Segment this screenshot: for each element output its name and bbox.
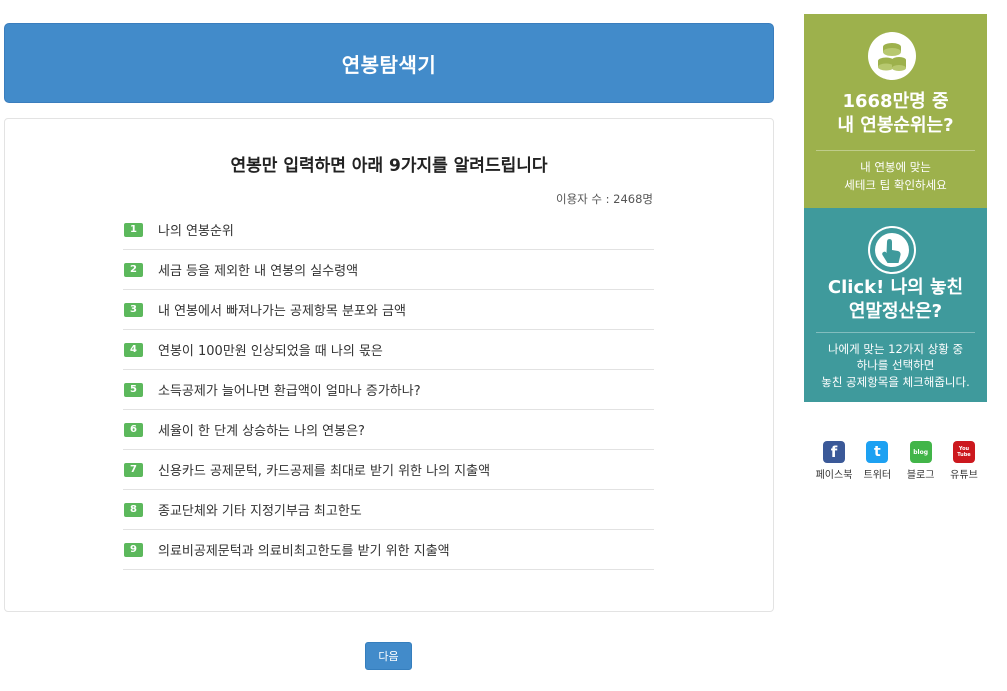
blog-label: 블로그 bbox=[906, 470, 935, 481]
next-button[interactable]: 다음 bbox=[365, 642, 412, 670]
rank-banner-title-2: 내 연봉순위는? bbox=[837, 115, 954, 136]
number-badge: 4 bbox=[124, 342, 143, 357]
number-badge: 6 bbox=[124, 422, 143, 437]
list-item: 5 소득공제가 늘어나면 환급액이 얼마나 증가하나? bbox=[123, 370, 654, 410]
feature-panel: 연봉만 입력하면 아래 9가지를 알려드립니다 이용자 수 : 2468명 1 … bbox=[4, 118, 774, 612]
click-banner-desc-2: 하나를 선택하면 bbox=[856, 358, 935, 372]
list-item: 2 세금 등을 제외한 내 연봉의 실수령액 bbox=[123, 250, 654, 290]
rank-banner-title-1: 1668만명 중 bbox=[842, 91, 949, 112]
list-item: 3 내 연봉에서 빠져나가는 공제항목 분포와 금액 bbox=[123, 290, 654, 330]
twitter-icon: t bbox=[866, 441, 889, 463]
click-banner-title-1: Click! 나의 놓친 bbox=[827, 277, 964, 298]
feature-text: 의료비공제문턱과 의료비최고한도를 받기 위한 지출액 bbox=[158, 544, 450, 559]
feature-text: 세율이 한 단계 상승하는 나의 연봉은? bbox=[158, 424, 365, 439]
list-item: 4 연봉이 100만원 인상되었을 때 나의 몫은 bbox=[123, 330, 654, 370]
share-blog[interactable]: blog 블로그 bbox=[901, 441, 941, 481]
share-youtube[interactable]: You Tube 유튜브 bbox=[944, 441, 984, 481]
share-facebook[interactable]: f 페이스북 bbox=[814, 441, 854, 481]
facebook-icon: f bbox=[823, 441, 845, 463]
number-badge: 9 bbox=[124, 542, 143, 557]
feature-text: 소득공제가 늘어나면 환급액이 얼마나 증가하나? bbox=[158, 384, 421, 399]
number-badge: 2 bbox=[124, 262, 143, 277]
social-share: f 페이스북 t 트위터 blog 블로그 You Tube 유튜브 bbox=[814, 441, 984, 481]
page-header: 연봉탐색기 bbox=[4, 23, 774, 103]
coins-icon bbox=[868, 32, 916, 80]
facebook-label: 페이스북 bbox=[815, 470, 853, 481]
page-title: 연봉탐색기 bbox=[341, 52, 437, 77]
feature-text: 신용카드 공제문턱, 카드공제를 최대로 받기 위한 나의 지출액 bbox=[158, 464, 491, 479]
year-end-settlement-banner[interactable]: Click! 나의 놓친 연말정산은? 나에게 맞는 12가지 상황 중 하나를… bbox=[804, 208, 987, 402]
list-item: 1 나의 연봉순위 bbox=[123, 210, 654, 250]
number-badge: 8 bbox=[124, 502, 143, 517]
list-item: 8 종교단체와 기타 지정기부금 최고한도 bbox=[123, 490, 654, 530]
feature-text: 내 연봉에서 빠져나가는 공제항목 분포와 금액 bbox=[158, 304, 406, 319]
feature-text: 종교단체와 기타 지정기부금 최고한도 bbox=[158, 504, 362, 519]
list-item: 6 세율이 한 단계 상승하는 나의 연봉은? bbox=[123, 410, 654, 450]
rank-banner-desc-1: 내 연봉에 맞는 bbox=[860, 160, 931, 174]
touch-hand-icon bbox=[868, 226, 916, 274]
number-badge: 5 bbox=[124, 382, 143, 397]
number-badge: 3 bbox=[124, 302, 143, 317]
feature-list: 1 나의 연봉순위 2 세금 등을 제외한 내 연봉의 실수령액 3 내 연봉에… bbox=[123, 210, 654, 570]
blog-icon: blog bbox=[909, 441, 932, 463]
twitter-label: 트위터 bbox=[863, 470, 892, 481]
click-banner-desc-1: 나에게 맞는 12가지 상황 중 bbox=[827, 342, 964, 356]
share-twitter[interactable]: t 트위터 bbox=[857, 441, 897, 481]
youtube-icon: You Tube bbox=[952, 441, 975, 463]
number-badge: 7 bbox=[124, 462, 143, 477]
rank-banner-desc-2: 세테크 팁 확인하세요 bbox=[844, 178, 947, 192]
feature-text: 연봉이 100만원 인상되었을 때 나의 몫은 bbox=[158, 344, 383, 359]
user-count: 이용자 수 : 2468명 bbox=[555, 192, 653, 206]
click-banner-desc-3: 놓친 공제항목을 체크해줍니다. bbox=[821, 375, 970, 389]
list-item: 7 신용카드 공제문턱, 카드공제를 최대로 받기 위한 나의 지출액 bbox=[123, 450, 654, 490]
divider bbox=[816, 332, 975, 333]
feature-text: 세금 등을 제외한 내 연봉의 실수령액 bbox=[158, 264, 359, 279]
salary-rank-banner[interactable]: 1668만명 중 내 연봉순위는? 내 연봉에 맞는 세테크 팁 확인하세요 bbox=[804, 14, 987, 208]
youtube-label: 유튜브 bbox=[950, 470, 978, 481]
divider bbox=[816, 150, 975, 151]
feature-text: 나의 연봉순위 bbox=[158, 224, 234, 239]
list-item: 9 의료비공제문턱과 의료비최고한도를 받기 위한 지출액 bbox=[123, 530, 654, 570]
click-banner-title-2: 연말정산은? bbox=[848, 301, 943, 322]
panel-heading: 연봉만 입력하면 아래 9가지를 알려드립니다 bbox=[230, 156, 548, 176]
number-badge: 1 bbox=[124, 222, 143, 237]
